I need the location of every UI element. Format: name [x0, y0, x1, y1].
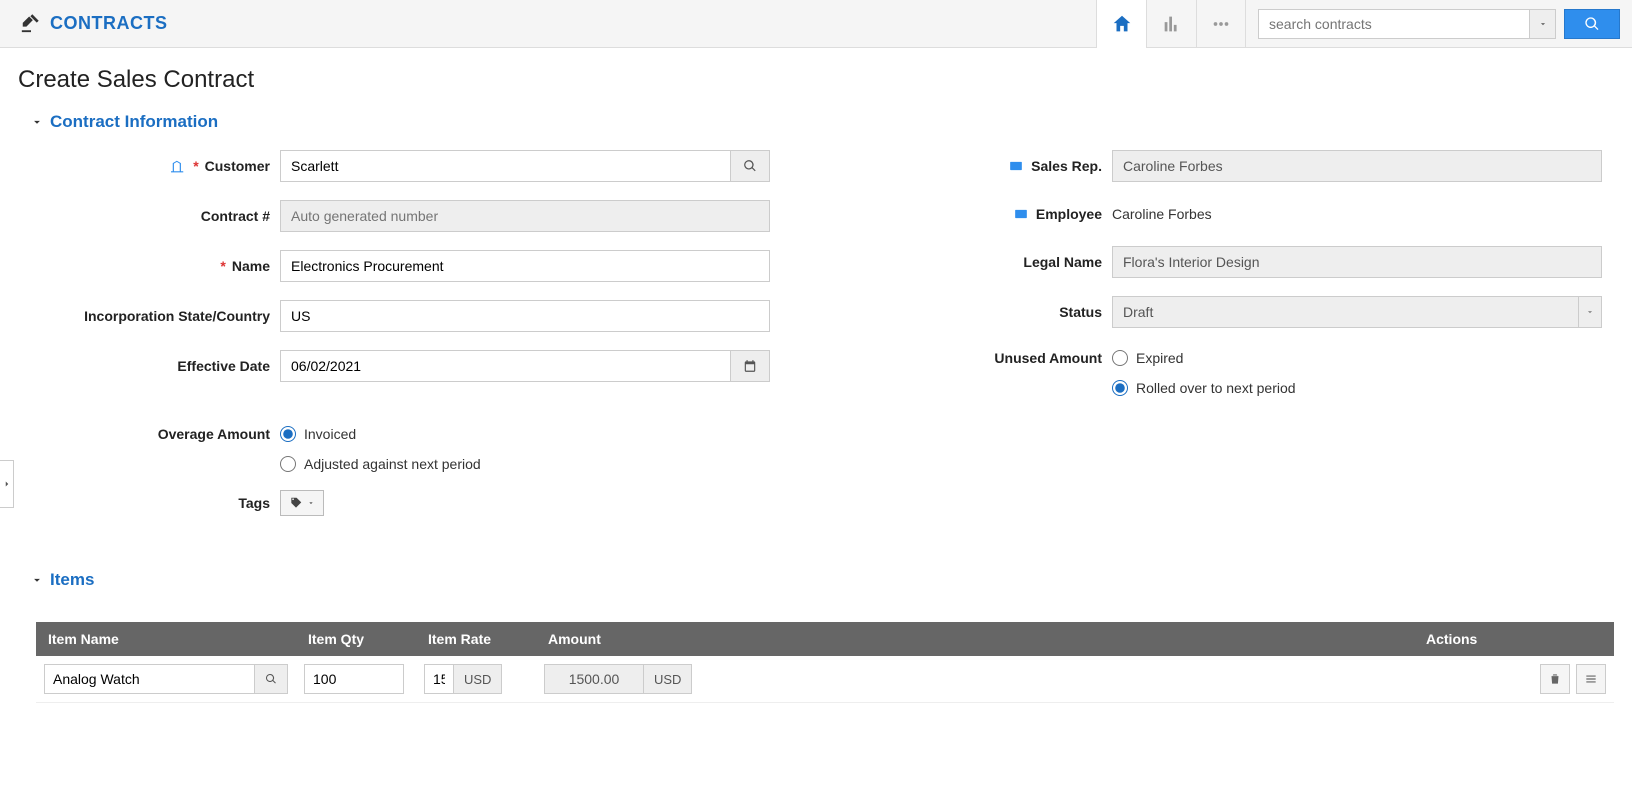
- section-items-toggle[interactable]: Items: [30, 570, 1614, 590]
- employee-value: Caroline Forbes: [1112, 200, 1212, 228]
- more-button[interactable]: [1196, 0, 1246, 48]
- caret-down-icon: [1585, 307, 1595, 317]
- home-button[interactable]: [1096, 0, 1146, 48]
- label-overage-amt: Overage Amount: [158, 426, 270, 442]
- item-rate-input[interactable]: [424, 664, 454, 694]
- overage-adjusted-label: Adjusted against next period: [304, 456, 481, 472]
- label-contract-no: Contract #: [201, 208, 270, 224]
- search-button[interactable]: [1564, 9, 1620, 39]
- contract-no-input: [280, 200, 770, 232]
- th-item-rate: Item Rate: [416, 622, 536, 656]
- item-amount-input: [544, 664, 644, 694]
- sales-rep-input: [1112, 150, 1602, 182]
- label-unused-amt: Unused Amount: [994, 350, 1102, 366]
- tags-button[interactable]: [280, 490, 324, 516]
- th-item-name: Item Name: [36, 622, 296, 656]
- effective-date-input[interactable]: [280, 350, 731, 382]
- required-marker: *: [193, 158, 198, 174]
- chevron-down-icon: [30, 115, 44, 129]
- th-actions: Actions: [1414, 622, 1614, 656]
- th-item-qty: Item Qty: [296, 622, 416, 656]
- delete-row-button[interactable]: [1540, 664, 1570, 694]
- expand-panel-tab[interactable]: [0, 460, 14, 508]
- page-title: Create Sales Contract: [0, 48, 1632, 102]
- item-qty-input[interactable]: [304, 664, 404, 694]
- status-value[interactable]: [1112, 296, 1579, 328]
- chevron-right-icon: [2, 479, 12, 489]
- label-legal-name: Legal Name: [1023, 254, 1102, 270]
- overage-amount-group: Invoiced Adjusted against next period: [280, 422, 481, 472]
- legal-name-input: [1112, 246, 1602, 278]
- label-customer: Customer: [205, 158, 270, 174]
- search-scope-dropdown[interactable]: [1529, 10, 1555, 38]
- items-table: Item Name Item Qty Item Rate Amount Acti…: [36, 622, 1614, 703]
- label-employee: Employee: [1036, 206, 1102, 222]
- overage-invoiced-radio[interactable]: [280, 426, 296, 442]
- unused-rolled-label: Rolled over to next period: [1136, 380, 1296, 396]
- overage-adjusted-option[interactable]: Adjusted against next period: [280, 456, 481, 472]
- label-name: Name: [232, 258, 270, 274]
- topbar: CONTRACTS: [0, 0, 1632, 48]
- items-table-header: Item Name Item Qty Item Rate Amount Acti…: [36, 622, 1614, 656]
- status-caret[interactable]: [1579, 296, 1602, 328]
- unused-rolled-option[interactable]: Rolled over to next period: [1112, 380, 1296, 396]
- search-input[interactable]: [1259, 10, 1529, 38]
- caret-down-icon: [307, 499, 315, 507]
- overage-adjusted-radio[interactable]: [280, 456, 296, 472]
- unused-expired-radio[interactable]: [1112, 350, 1128, 366]
- module-title: CONTRACTS: [50, 13, 168, 34]
- search-icon: [743, 159, 757, 173]
- search-icon: [265, 673, 277, 685]
- th-amount: Amount: [536, 622, 716, 656]
- inc-state-input[interactable]: [280, 300, 770, 332]
- section-contract-info-title: Contract Information: [50, 112, 218, 132]
- id-card-icon: [1007, 159, 1025, 173]
- item-lookup-button[interactable]: [255, 664, 288, 694]
- calendar-icon: [743, 359, 757, 373]
- overage-invoiced-option[interactable]: Invoiced: [280, 426, 481, 442]
- required-marker: *: [220, 258, 225, 274]
- section-contract-info-toggle[interactable]: Contract Information: [30, 112, 1614, 132]
- name-input[interactable]: [280, 250, 770, 282]
- unused-expired-label: Expired: [1136, 350, 1183, 366]
- overage-invoiced-label: Invoiced: [304, 426, 356, 442]
- section-items-title: Items: [50, 570, 94, 590]
- tag-icon: [289, 496, 303, 510]
- building-icon: [169, 159, 187, 173]
- item-name-input[interactable]: [44, 664, 255, 694]
- row-options-button[interactable]: [1576, 664, 1606, 694]
- item-amount-currency: USD: [644, 664, 692, 694]
- customer-lookup-button[interactable]: [731, 150, 770, 182]
- label-effective-date: Effective Date: [177, 358, 270, 374]
- chevron-down-icon: [30, 573, 44, 587]
- date-picker-button[interactable]: [731, 350, 770, 382]
- analytics-button[interactable]: [1146, 0, 1196, 48]
- id-card-icon: [1012, 207, 1030, 221]
- table-row: USD USD: [36, 656, 1614, 703]
- status-select[interactable]: [1112, 296, 1602, 328]
- label-status: Status: [1059, 304, 1102, 320]
- unused-amount-group: Expired Rolled over to next period: [1112, 346, 1296, 396]
- label-tags: Tags: [238, 495, 270, 511]
- gavel-icon: [20, 11, 42, 36]
- label-sales-rep: Sales Rep.: [1031, 158, 1102, 174]
- item-rate-currency: USD: [454, 664, 502, 694]
- unused-expired-option[interactable]: Expired: [1112, 350, 1296, 366]
- unused-rolled-radio[interactable]: [1112, 380, 1128, 396]
- label-inc-state: Incorporation State/Country: [84, 308, 270, 324]
- customer-input[interactable]: [280, 150, 731, 182]
- list-icon: [1584, 672, 1598, 686]
- trash-icon: [1548, 672, 1562, 686]
